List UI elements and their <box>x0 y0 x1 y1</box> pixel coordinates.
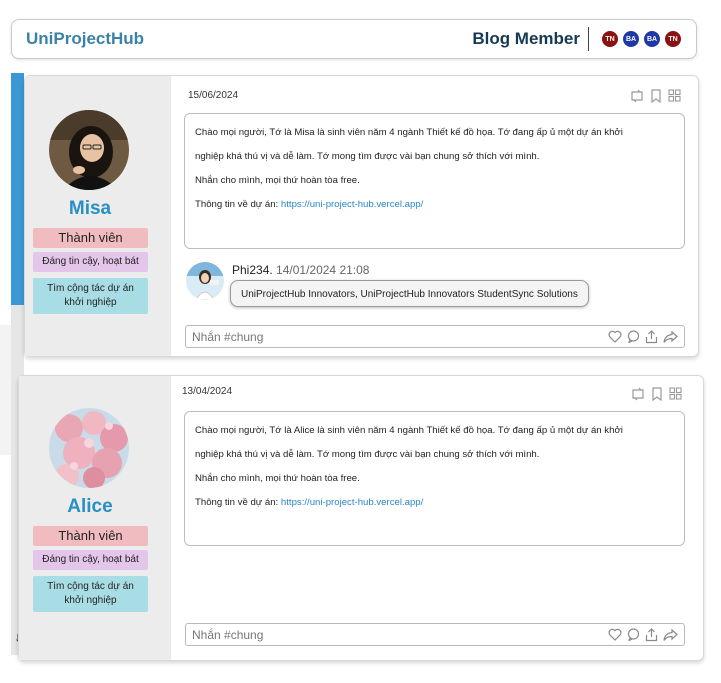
post-card: Alice Thành viên Đáng tin cậy, hoạt bát … <box>18 375 704 661</box>
member-avatar[interactable]: BA <box>622 30 640 48</box>
post-text-line: Chào mọi người, Tớ là Misa là sinh viên … <box>195 127 623 138</box>
author-name[interactable]: Alice <box>25 496 155 518</box>
share-icon[interactable] <box>645 329 658 344</box>
seeking-badge: Tìm cộng tác dự án khởi nghiệp <box>33 576 148 612</box>
share-icon[interactable] <box>645 627 658 642</box>
comment-author: Phi234. 14/01/2024 21:08 <box>232 263 369 277</box>
reply-actions <box>608 329 678 344</box>
member-avatar[interactable]: TN <box>601 30 619 48</box>
repost-icon[interactable] <box>630 89 644 103</box>
post-actions <box>631 387 682 401</box>
comment-username[interactable]: Phi234. <box>232 263 273 277</box>
background-panel <box>0 325 11 455</box>
post-text-line: nghiệp khá thú vị và dễ làm. Tớ mong tìm… <box>195 449 540 460</box>
reply-input[interactable] <box>192 627 608 642</box>
bookmark-icon[interactable] <box>650 89 662 103</box>
forward-icon[interactable] <box>663 330 678 343</box>
trait-badge: Đáng tin cậy, hoạt bát <box>33 252 148 272</box>
seeking-badge: Tìm cộng tác dự án khởi nghiệp <box>33 278 148 314</box>
post-text-line: nghiệp khá thú vị và dễ làm. Tớ mong tìm… <box>195 151 540 162</box>
top-bar: UniProjectHub Blog Member TN BA BA TN <box>11 19 697 59</box>
reply-actions <box>608 627 678 642</box>
member-avatars: TN BA BA TN <box>598 30 682 48</box>
post-date: 15/06/2024 <box>188 90 239 101</box>
comment-text: UniProjectHub Innovators, UniProjectHub … <box>230 280 589 307</box>
grid-icon[interactable] <box>668 89 681 103</box>
reply-field <box>185 325 685 348</box>
author-panel: Misa Thành viên Đáng tin cậy, hoạt bát T… <box>25 76 171 356</box>
link-label: Thông tin về dự án: <box>195 199 279 210</box>
post-card: Misa Thành viên Đáng tin cậy, hoạt bát T… <box>24 75 699 357</box>
heart-icon[interactable] <box>608 628 622 641</box>
link-label: Thông tin về dự án: <box>195 497 279 508</box>
trait-badge: Đáng tin cậy, hoạt bát <box>33 550 148 570</box>
member-avatar[interactable]: BA <box>643 30 661 48</box>
post-content: Chào mọi người, Tớ là Misa là sinh viên … <box>184 113 685 249</box>
role-badge: Thành viên <box>33 526 148 546</box>
page-title: Blog Member <box>472 29 580 48</box>
comment-timestamp: 14/01/2024 21:08 <box>276 263 370 277</box>
post-text-line: Chào mọi người, Tớ là Alice là sinh viên… <box>195 425 623 436</box>
brand-logo-text[interactable]: UniProjectHub <box>26 29 144 49</box>
grid-icon[interactable] <box>669 387 682 401</box>
project-link[interactable]: https://uni-project-hub.vercel.app/ <box>281 199 423 210</box>
comment-icon[interactable] <box>627 628 640 641</box>
reply-field <box>185 623 685 646</box>
post-link-line: Thông tin về dự án: https://uni-project-… <box>195 198 674 222</box>
author-panel: Alice Thành viên Đáng tin cậy, hoạt bát … <box>19 376 171 660</box>
divider <box>588 27 589 51</box>
post-link-line: Thông tin về dự án: https://uni-project-… <box>195 496 674 520</box>
project-link[interactable]: https://uni-project-hub.vercel.app/ <box>281 497 423 508</box>
commenter-avatar[interactable] <box>186 262 224 300</box>
avatar[interactable] <box>49 408 129 488</box>
post-content: Chào mọi người, Tớ là Alice là sinh viên… <box>184 411 685 546</box>
scrollbar-thumb[interactable] <box>11 73 24 305</box>
bookmark-icon[interactable] <box>651 387 663 401</box>
post-actions <box>630 89 681 103</box>
avatar[interactable] <box>49 110 129 190</box>
post-text-line: Nhắn cho mình, mọi thứ hoàn tòa free. <box>195 175 360 186</box>
heart-icon[interactable] <box>608 330 622 343</box>
member-avatar[interactable]: TN <box>664 30 682 48</box>
role-badge: Thành viên <box>33 228 148 248</box>
post-text-line: Nhắn cho mình, mọi thứ hoàn tòa free. <box>195 473 360 484</box>
comment-icon[interactable] <box>627 330 640 343</box>
author-name[interactable]: Misa <box>25 198 155 220</box>
repost-icon[interactable] <box>631 387 645 401</box>
post-date: 13/04/2024 <box>182 386 233 397</box>
reply-input[interactable] <box>192 329 608 344</box>
forward-icon[interactable] <box>663 628 678 641</box>
